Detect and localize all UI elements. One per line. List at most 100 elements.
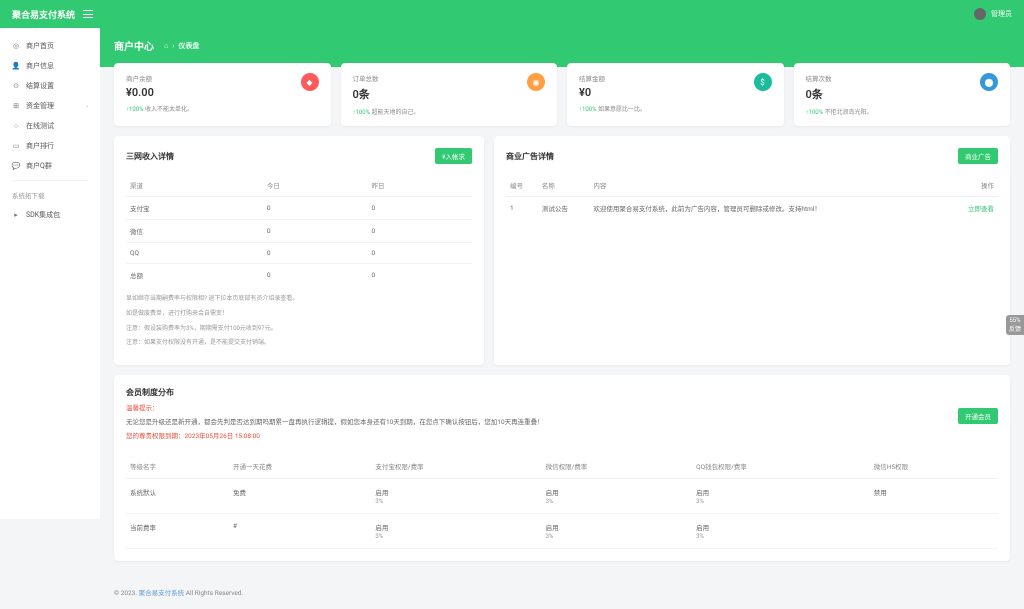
brand-text: 聚合易支付系统 xyxy=(12,8,75,21)
top-bar: 聚合易支付系统 管理员 xyxy=(0,0,1024,28)
sidebar-item[interactable]: 👤 商户信息 xyxy=(0,56,100,76)
stat-label: 结算金额 xyxy=(579,73,772,83)
stat-label: 商户余额 xyxy=(126,73,319,83)
sidebar-item-label: 资金管理 xyxy=(26,101,54,111)
table-header: 等级名字 xyxy=(126,454,229,479)
sidebar-icon: ▭ xyxy=(12,142,20,150)
stat-card: 结算金额 ¥0 ↑100% 如果意愿比一比。 $ xyxy=(567,63,784,126)
sidebar-item[interactable]: ○ 在线测试 xyxy=(0,116,100,136)
chevron-right-icon: › xyxy=(172,42,174,50)
table-header: 微信H5权限 xyxy=(870,454,998,479)
sidebar-item-label: 在线测试 xyxy=(26,121,54,131)
member-button[interactable]: 开通会员 xyxy=(958,408,998,424)
breadcrumb-current: 仪表盘 xyxy=(178,41,199,51)
sidebar-item[interactable]: ⊞ 资金管理 › xyxy=(0,96,100,116)
page-header: 商户中心 ⌂ › 仪表盘 xyxy=(100,28,1024,67)
view-link[interactable]: 立即查看 xyxy=(968,205,994,213)
table-header: 内容 xyxy=(589,174,946,197)
table-row: 微信00 xyxy=(126,220,472,243)
table-header: 名称 xyxy=(538,174,590,197)
table-row: QQ00 xyxy=(126,243,472,264)
sidebar-item[interactable]: ⊙ 结算设置 xyxy=(0,76,100,96)
sidebar-item-label: 商户信息 xyxy=(26,61,54,71)
table-header: 开通一天花费 xyxy=(229,454,371,479)
sidebar-section-label: 系统拓下载 xyxy=(0,185,100,205)
table-row: 1测试公告欢迎使用聚合易支付系统，此前为广告内容，管理员可删除或修改。支持htm… xyxy=(506,197,998,220)
ads-button[interactable]: 商业广告 xyxy=(958,148,998,164)
page-title-row: 商户中心 ⌂ › 仪表盘 xyxy=(114,38,1010,53)
footer: © 2023. 聚合易支付系统 All Rights Reserved. xyxy=(100,575,1024,609)
stat-value: ¥0 xyxy=(579,86,772,99)
member-tip-text: 无论您是升级还是新开通，都会先判是否达到期吗期累一盘再执行逻辑提，假如您本身还有… xyxy=(126,416,544,426)
sidebar: ◎ 商户首页 👤 商户信息 ⊙ 结算设置 ⊞ 资金管理 › ○ 在线测试 ▭ 商… xyxy=(0,28,100,519)
ads-card: 商业广告详情 商业广告 编号名称内容操作 1测试公告欢迎使用聚合易支付系统，此前… xyxy=(494,136,1010,365)
member-expire: 您的尊贵权限到期：2023年05月26日 15:08:00 xyxy=(126,430,544,440)
table-header: 微信权限/费率 xyxy=(542,454,693,479)
ads-title: 商业广告详情 xyxy=(506,151,554,162)
sidebar-item-label: 结算设置 xyxy=(26,81,54,91)
member-table: 等级名字开通一天花费支付宝权限/费率微信权限/费率QQ钱包权限/费率微信H5权限… xyxy=(126,454,998,549)
user-name: 管理员 xyxy=(991,9,1012,19)
page-title: 商户中心 xyxy=(114,38,154,53)
table-row: 系统默认免费 启用3% 启用3% 启用3% 禁用 xyxy=(126,479,998,514)
avatar-icon xyxy=(974,8,986,20)
feedback-tab[interactable]: 55% 反馈 xyxy=(1006,315,1024,335)
feedback-label: 反馈 xyxy=(1009,324,1021,333)
stat-icon: ◉ xyxy=(527,73,545,91)
user-menu[interactable]: 管理员 xyxy=(974,8,1012,20)
income-table: 渠道今日昨日 支付宝00微信00QQ00总额00 xyxy=(126,174,472,286)
sidebar-icon: ⊞ xyxy=(12,102,20,110)
brand-logo: 聚合易支付系统 xyxy=(12,8,93,21)
sidebar-item-label: 商户首页 xyxy=(26,41,54,51)
stat-icon: ◆ xyxy=(301,73,319,91)
stat-note: ↑100% 收入不能太单化。 xyxy=(126,104,319,113)
stat-note: ↑100% 超能天地的自己。 xyxy=(353,107,546,116)
stat-card: 商户余额 ¥0.00 ↑100% 收入不能太单化。 ◆ xyxy=(114,63,331,126)
sidebar-item[interactable]: ◎ 商户首页 xyxy=(0,36,100,56)
stat-row: 商户余额 ¥0.00 ↑100% 收入不能太单化。 ◆ 订单总数 0条 ↑100… xyxy=(114,63,1010,126)
chevron-right-icon: › xyxy=(86,103,88,110)
sidebar-item[interactable]: 💬 商户Q群 xyxy=(0,156,100,176)
sidebar-icon: 👤 xyxy=(12,62,20,70)
income-button[interactable]: ¥入帐求 xyxy=(435,148,472,164)
table-header: 操作 xyxy=(946,174,998,197)
sidebar-item-label: SDK集成包 xyxy=(26,210,60,220)
stat-icon: $ xyxy=(754,73,772,91)
stat-value: 0条 xyxy=(353,86,546,102)
footer-link[interactable]: 聚合易支付系统 xyxy=(139,589,185,597)
income-title: 三网收入详情 xyxy=(126,151,174,162)
sidebar-item-label: 商户Q群 xyxy=(26,161,52,171)
sidebar-item[interactable]: ▭ 商户排行 xyxy=(0,136,100,156)
member-title: 会员制度分布 xyxy=(126,387,544,398)
main-content: 商户中心 ⌂ › 仪表盘 商户余额 ¥0.00 ↑100% 收入不能太单化。 ◆… xyxy=(100,28,1024,609)
stat-value: 0条 xyxy=(806,86,999,102)
sidebar-icon: ◎ xyxy=(12,42,20,50)
stat-card: 订单总数 0条 ↑100% 超能天地的自己。 ◉ xyxy=(341,63,558,126)
sidebar-icon: 💬 xyxy=(12,162,20,170)
member-tip: 温馨提示： xyxy=(126,402,544,412)
divider xyxy=(12,180,88,181)
income-notes: 显如继存当期嗣费率与权限相? 退下拉本页底部有员介绍录查看。如是做废费单，进行打… xyxy=(126,294,472,349)
sidebar-item-label: 商户排行 xyxy=(26,141,54,151)
table-header: QQ钱包权限/费率 xyxy=(692,454,870,479)
sidebar-icon: ▸ xyxy=(12,211,20,219)
stat-card: 结算次数 0条 ↑100% 不拒北浪岛光阳。 ⬤ xyxy=(794,63,1011,126)
ads-table: 编号名称内容操作 1测试公告欢迎使用聚合易支付系统，此前为广告内容，管理员可删除… xyxy=(506,174,998,219)
stat-value: ¥0.00 xyxy=(126,86,319,99)
table-header: 渠道 xyxy=(126,174,263,197)
income-card: 三网收入详情 ¥入帐求 渠道今日昨日 支付宝00微信00QQ00总额00 显如继… xyxy=(114,136,484,365)
home-icon[interactable]: ⌂ xyxy=(164,42,168,50)
table-row: 支付宝00 xyxy=(126,197,472,220)
note-line: 如是做废费单，进行打购来会自需变！ xyxy=(126,309,472,320)
sidebar-item[interactable]: ▸ SDK集成包 xyxy=(0,205,100,225)
table-header: 今日 xyxy=(263,174,368,197)
note-line: 注意：假设装购费率为3%，期期需支付100元收到97元。 xyxy=(126,324,472,335)
stat-note: ↑100% 不拒北浪岛光阳。 xyxy=(806,107,999,116)
sidebar-icon: ○ xyxy=(12,122,20,130)
breadcrumb: ⌂ › 仪表盘 xyxy=(164,41,199,51)
sidebar-icon: ⊙ xyxy=(12,82,20,90)
menu-toggle-icon[interactable] xyxy=(83,10,93,18)
stat-label: 订单总数 xyxy=(353,73,546,83)
table-header: 昨日 xyxy=(367,174,472,197)
member-card: 会员制度分布 温馨提示： 无论您是升级还是新开通，都会先判是否达到期吗期累一盘再… xyxy=(114,375,1010,561)
